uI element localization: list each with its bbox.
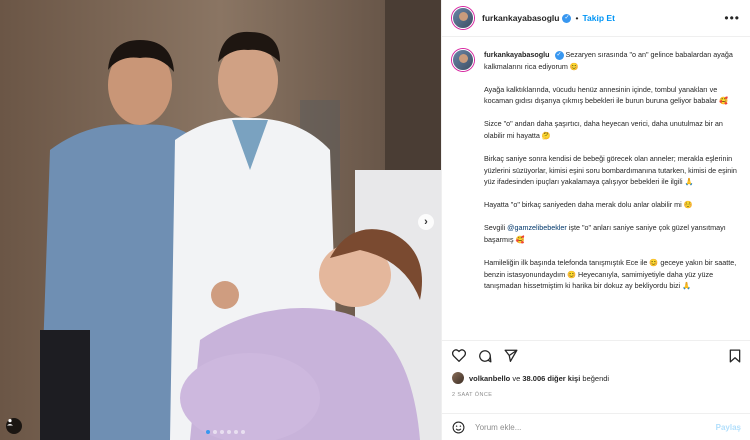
comment-input[interactable]: Yorum ekle... [475,423,521,432]
send-icon[interactable] [504,349,518,362]
user-tag-icon[interactable] [6,418,22,434]
carousel-dot [220,430,224,434]
bookmark-icon[interactable] [729,349,741,363]
caption-avatar[interactable] [452,49,474,71]
caption-username[interactable]: furkankayabasoglu [484,50,550,59]
post-photo[interactable]: › [0,0,441,440]
caption-paragraph: Sizce "o" andan daha şaşırtıcı, daha hey… [484,119,723,140]
mention-link[interactable]: @gamzelibebekler [507,223,567,232]
caption-paragraph: Birkaç saniye sonra kendisi de bebeği gö… [484,154,737,187]
post-timestamp[interactable]: 2 SAAT ÖNCE [452,392,492,398]
more-horizontal-icon[interactable]: ••• [724,11,740,25]
likes-connector: ve [510,373,523,383]
post-sidebar: furkankayabasoglu ✓ • Takip Et ••• furka… [441,0,750,440]
avatar[interactable] [452,7,474,29]
carousel-dot [213,430,217,434]
smile-icon[interactable] [452,421,465,434]
carousel-dot [234,430,238,434]
carousel-dot [227,430,231,434]
username-link[interactable]: furkankayabasoglu [482,13,559,23]
carousel-dot [241,430,245,434]
caption: furkankayabasoglu ✓ Sezaryen sırasında "… [442,37,750,340]
liker-username[interactable]: volkanbello [469,374,510,383]
post-comment-button[interactable]: Paylaş [716,423,741,432]
likes-suffix: beğendi [580,373,610,383]
likes-count[interactable]: 38.006 diğer kişi [522,374,580,383]
liker-avatar[interactable] [452,372,464,384]
follow-button[interactable]: Takip Et [582,13,614,23]
mention-prefix: Sevgili [484,223,508,233]
next-photo-button[interactable]: › [418,214,434,230]
comment-icon[interactable] [478,349,492,363]
verified-badge-icon: ✓ [562,13,572,23]
caption-text: furkankayabasoglu ✓ Sezaryen sırasında "… [484,49,741,340]
comment-bar: Yorum ekle... Paylaş [442,413,750,440]
heart-icon[interactable] [452,349,466,362]
likes-summary: volkanbello ve 38.006 diğer kişi beğendi [452,372,609,384]
header-separator: • [575,13,579,23]
post-header: furkankayabasoglu ✓ • Takip Et ••• [442,0,750,37]
caption-paragraph: Hayatta "o" birkaç saniyeden daha merak … [484,200,693,210]
caption-paragraph: Hamileliğin ilk başında telefonda tanışm… [484,258,737,291]
caption-paragraph: Ayağa kalktıklarında, vücudu henüz annes… [484,84,729,106]
carousel-dot [206,430,210,434]
carousel-dots [206,430,245,434]
photo-illustration [0,0,441,440]
verified-badge-icon: ✓ [554,50,564,60]
action-bar [442,340,750,370]
